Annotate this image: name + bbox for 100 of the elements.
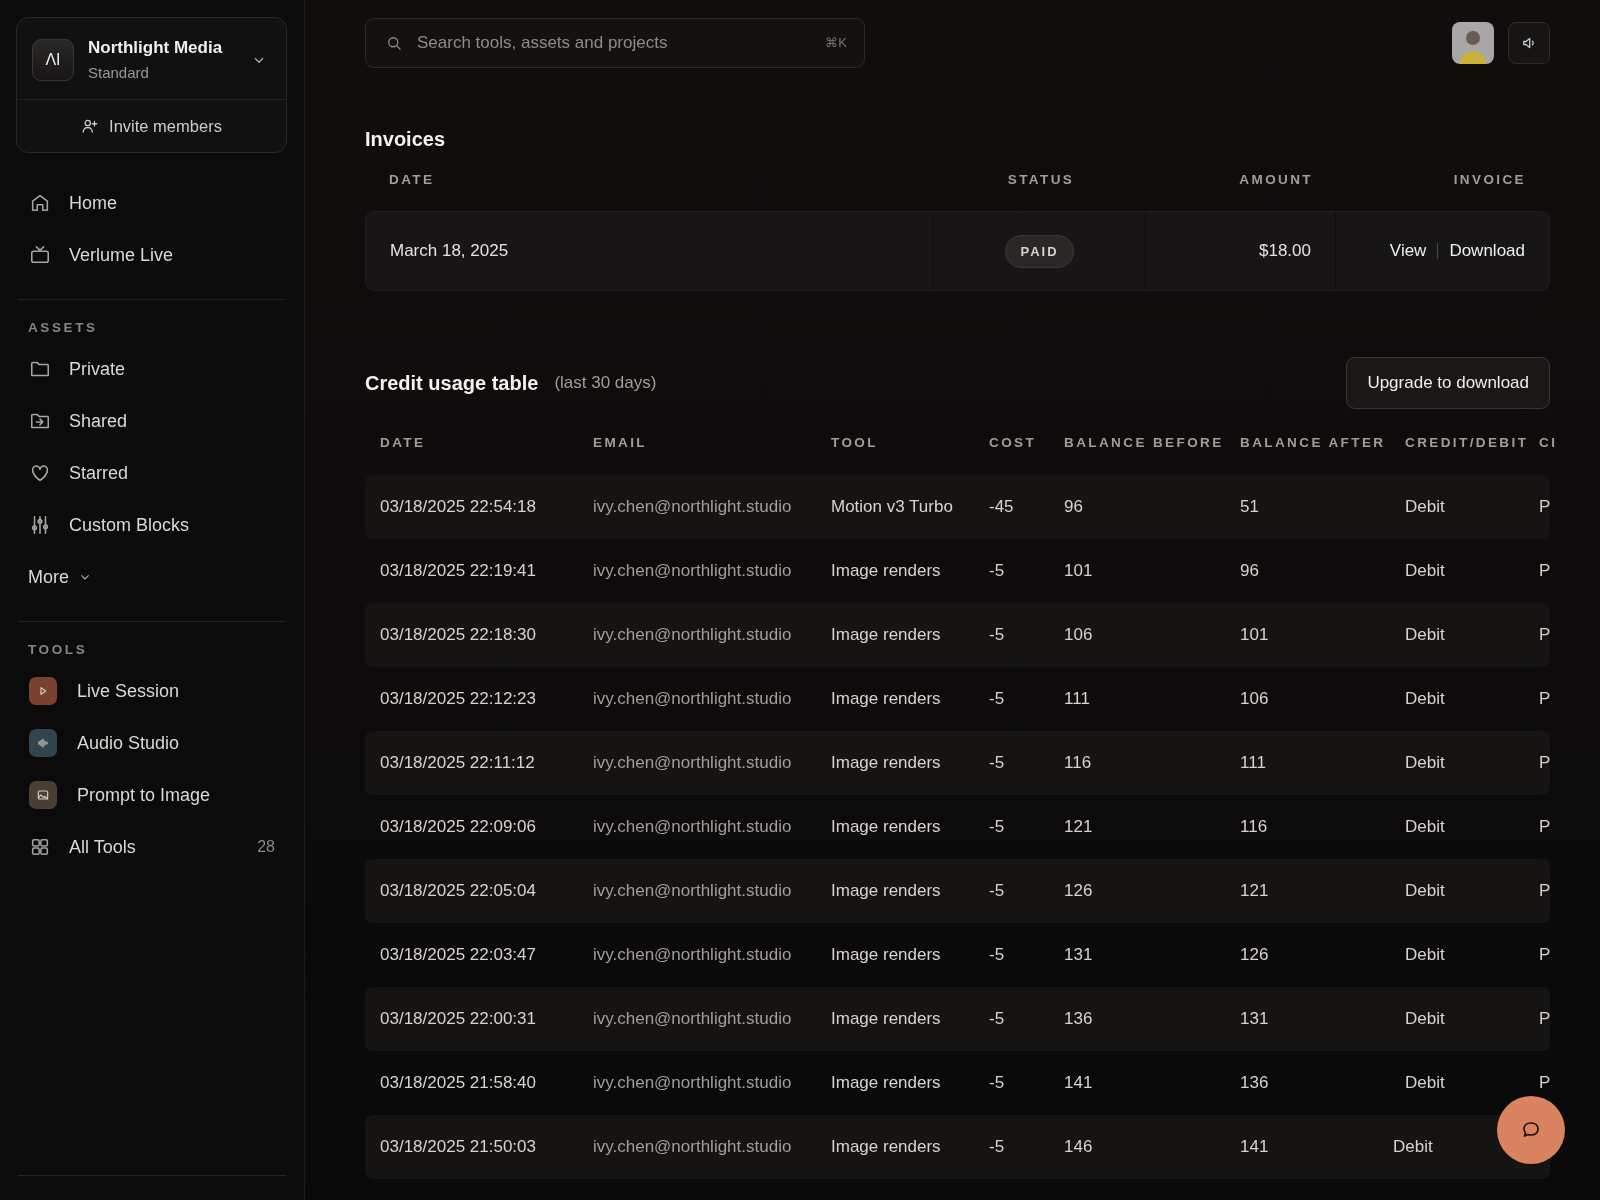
- table-cell-text: ivy.chen@northlight.studio: [592, 689, 793, 709]
- invoice-link[interactable]: Download: [1449, 241, 1525, 261]
- avatar[interactable]: [1452, 22, 1494, 64]
- table-cell-text: 03/18/2025 22:00:31: [379, 1009, 537, 1029]
- table-cell-text: 116: [1063, 753, 1093, 773]
- table-cell-text: ivy.chen@northlight.studio: [592, 625, 793, 645]
- column-header: STATUS: [1006, 171, 1076, 187]
- image-icon: [35, 787, 51, 803]
- table-cell-text: P: [1538, 561, 1550, 581]
- table-cell-text: 96: [1239, 561, 1260, 581]
- table-cell-text: 106: [1239, 689, 1270, 709]
- table-cell-text: Image renders: [830, 1073, 942, 1093]
- table-cell-text: Image renders: [830, 817, 942, 837]
- column-header: EMAIL: [592, 434, 648, 450]
- table-cell-text: P: [1538, 945, 1550, 965]
- column-header: AMOUNT: [1238, 171, 1314, 187]
- table-cell-text: -5: [988, 881, 1006, 901]
- table-cell-text: -5: [988, 945, 1006, 965]
- tv-icon: [29, 244, 51, 266]
- table-cell-text: Image renders: [830, 689, 942, 709]
- table-cell-text: 131: [1239, 1009, 1270, 1029]
- table-cell-text: Debit: [1404, 689, 1446, 709]
- workspace-name: Northlight Media: [88, 38, 224, 58]
- table-cell-text: 51: [1239, 497, 1260, 517]
- column-header: DATE: [388, 171, 436, 187]
- table-cell-text: P: [1538, 753, 1550, 773]
- status-badge: PAID: [1005, 234, 1074, 268]
- nav-item-label[interactable]: Verlume Live: [69, 244, 174, 266]
- table-cell-text: -5: [988, 817, 1006, 837]
- invite-members-button[interactable]: Invite members: [17, 100, 286, 152]
- section-subtitle: (last 30 days): [554, 373, 657, 393]
- table-cell-text: Image renders: [830, 753, 942, 773]
- section-title: Invoices: [365, 128, 447, 151]
- table-cell-text: 03/18/2025 22:12:23: [379, 689, 537, 709]
- tool-item-label[interactable]: Audio Studio: [77, 732, 180, 754]
- grid-icon: [29, 836, 51, 858]
- table-cell-text: Image renders: [830, 1009, 942, 1029]
- section-heading: TOOLS: [27, 641, 89, 659]
- table-cell-text: ivy.chen@northlight.studio: [592, 753, 793, 773]
- table-cell-text: 03/18/2025 22:11:12: [379, 753, 536, 773]
- table-cell-text: 101: [1239, 625, 1270, 645]
- sound-button[interactable]: [1508, 22, 1550, 64]
- table-cell-text: 03/18/2025 21:50:03: [379, 1137, 537, 1157]
- tool-item-label[interactable]: Live Session: [77, 680, 180, 702]
- table-cell-text: ivy.chen@northlight.studio: [592, 1009, 793, 1029]
- table-cell-text: Motion v3 Turbo: [830, 497, 954, 517]
- column-header: CREDIT/DEBIT: [1404, 434, 1530, 450]
- table-cell-text: P: [1538, 817, 1550, 837]
- table-cell-text: 111: [1063, 689, 1091, 709]
- table-cell-text: 96: [1063, 497, 1084, 517]
- shortcut-hint: ⌘K: [825, 35, 847, 50]
- nav-item-label[interactable]: Starred: [69, 462, 129, 484]
- more-toggle[interactable]: More: [28, 566, 69, 588]
- table-cell-text: 106: [1063, 625, 1094, 645]
- table-cell-text: ivy.chen@northlight.studio: [592, 1137, 793, 1157]
- table-cell-text: Debit: [1404, 1009, 1446, 1029]
- table-cell-text: 03/18/2025 22:54:18: [379, 497, 537, 517]
- column-header: INVOICE: [1452, 171, 1527, 187]
- table-cell-text: Debit: [1404, 881, 1446, 901]
- table-cell-text: 126: [1063, 881, 1094, 901]
- table-cell-text: 116: [1239, 817, 1269, 837]
- heart-icon: [29, 462, 51, 484]
- table-cell-text: Image renders: [830, 945, 942, 965]
- table-cell-text: 03/18/2025 22:18:30: [379, 625, 537, 645]
- table-cell-text: ivy.chen@northlight.studio: [592, 497, 793, 517]
- table-cell-text: Debit: [1404, 817, 1446, 837]
- nav-item-label[interactable]: Shared: [69, 410, 128, 432]
- column-header: BALANCE BEFORE: [1063, 434, 1225, 450]
- table-cell-text: 121: [1239, 881, 1270, 901]
- table-cell-text: 03/18/2025 22:19:41: [379, 561, 537, 581]
- table-cell-text: P: [1538, 689, 1550, 709]
- table-cell-text: Debit: [1404, 625, 1446, 645]
- table-cell-text: Debit: [1404, 561, 1446, 581]
- table-cell: $18.00: [1259, 241, 1311, 261]
- table-cell-text: P: [1538, 625, 1550, 645]
- table-cell-text: Image renders: [830, 561, 942, 581]
- table-cell-text: Debit: [1404, 753, 1446, 773]
- nav-item-label[interactable]: Private: [69, 358, 126, 380]
- table-cell-text: P: [1538, 881, 1550, 901]
- table-cell-text: ivy.chen@northlight.studio: [592, 817, 793, 837]
- table-cell-text: 146: [1063, 1137, 1094, 1157]
- table-cell-text: Debit: [1392, 1137, 1434, 1157]
- table-cell-text: Image renders: [830, 881, 942, 901]
- nav-item-label[interactable]: Home: [69, 192, 117, 214]
- table-cell-text: P: [1538, 497, 1550, 517]
- column-header: COST: [988, 434, 1038, 450]
- table-cell-text: ivy.chen@northlight.studio: [592, 1073, 793, 1093]
- table-cell-text: 131: [1063, 945, 1094, 965]
- tool-item-label[interactable]: Prompt to Image: [77, 784, 211, 806]
- nav-item-label[interactable]: All Tools: [69, 836, 136, 858]
- column-header: BALANCE AFTER: [1239, 434, 1387, 450]
- table-cell-text: -5: [988, 753, 1006, 773]
- nav-item-label[interactable]: Custom Blocks: [69, 514, 190, 536]
- table-cell-text: 03/18/2025 22:09:06: [379, 817, 537, 837]
- upgrade-button[interactable]: Upgrade to download: [1346, 357, 1550, 409]
- sliders-icon: [29, 514, 51, 536]
- table-cell-text: -5: [988, 1009, 1006, 1029]
- table-cell-text: 121: [1063, 817, 1094, 837]
- invoice-link[interactable]: View: [1389, 241, 1427, 261]
- table-cell-text: 126: [1239, 945, 1270, 965]
